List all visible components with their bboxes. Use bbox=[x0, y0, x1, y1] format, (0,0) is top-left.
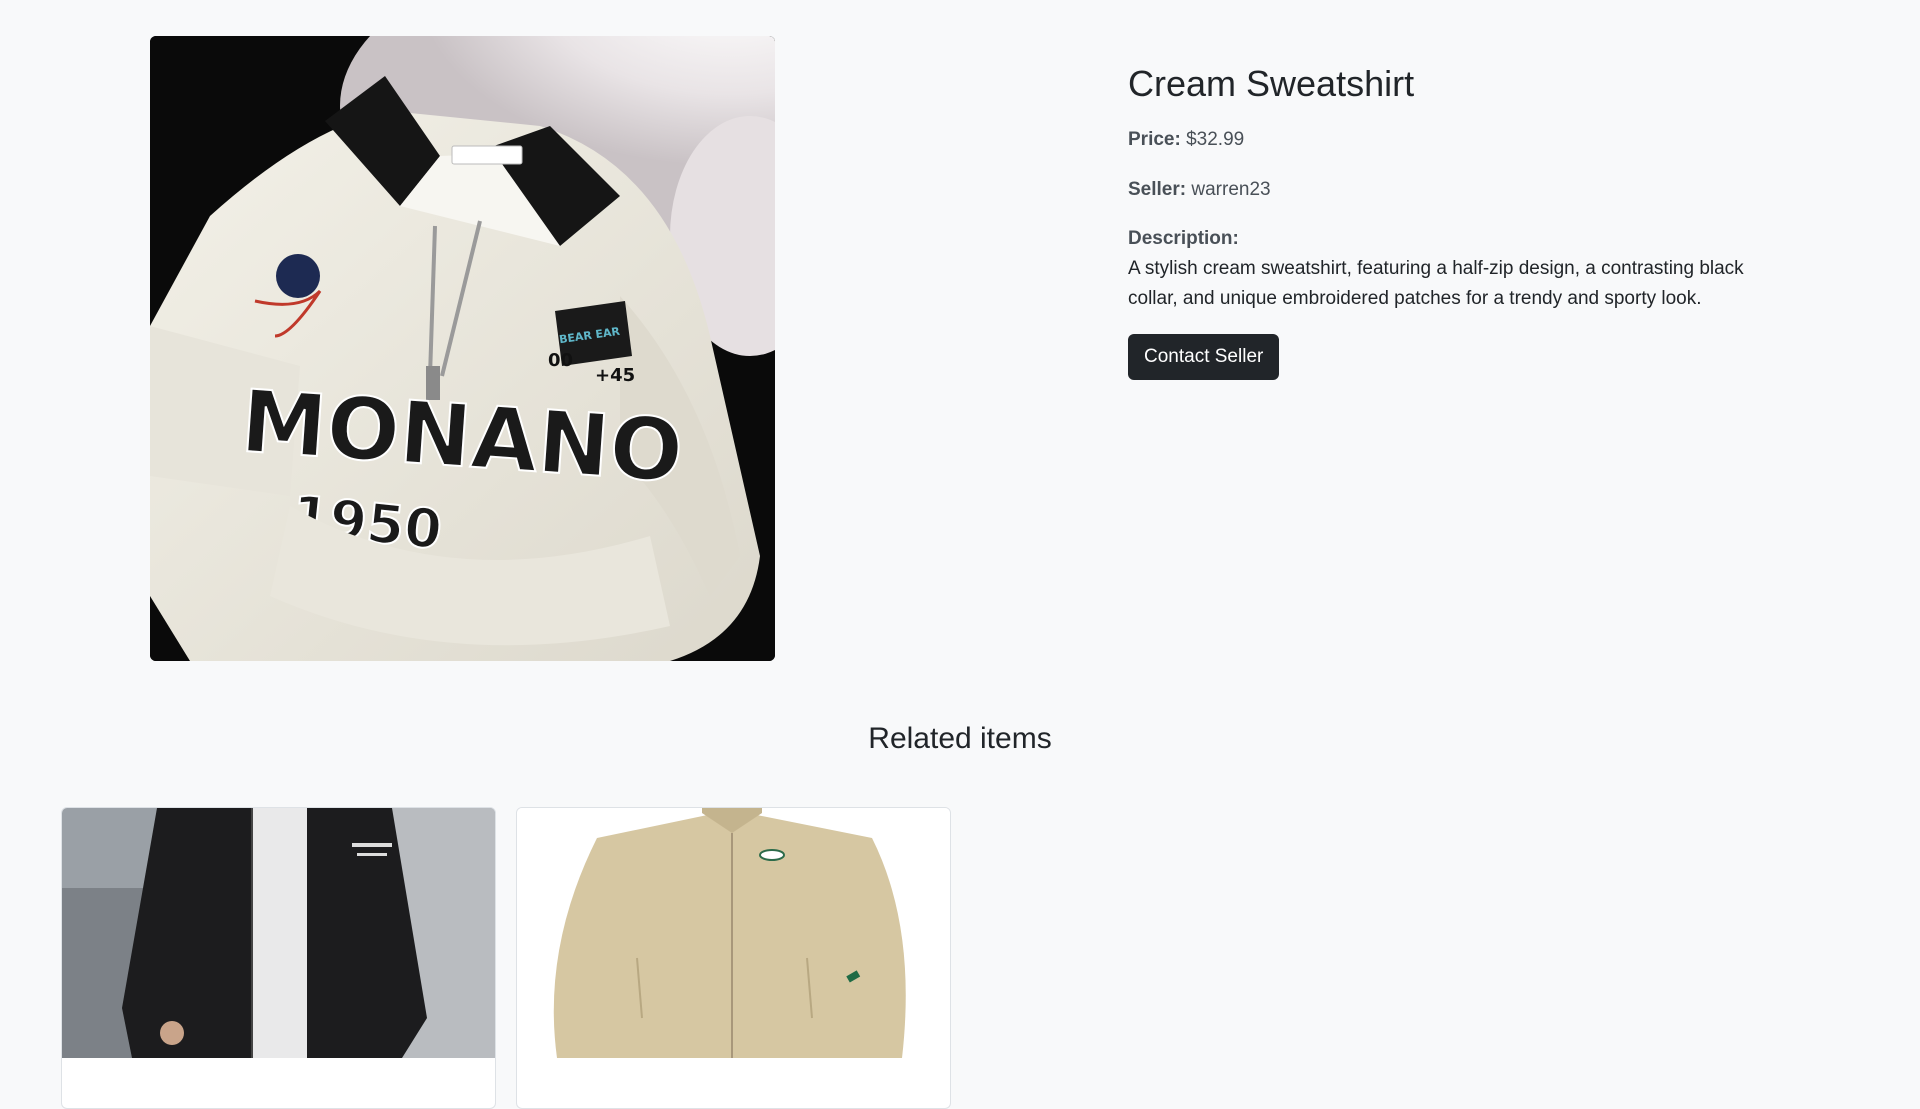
product-details: Cream Sweatshirt Price: $32.99 Seller: w… bbox=[1128, 62, 1758, 381]
seller-field: Seller: warren23 bbox=[1128, 175, 1758, 204]
seller-value: warren23 bbox=[1191, 178, 1271, 200]
related-item-image[interactable] bbox=[62, 808, 495, 1058]
description-text: A stylish cream sweatshirt, featuring a … bbox=[1128, 257, 1744, 309]
price-field: Price: $32.99 bbox=[1128, 125, 1758, 154]
related-item-card[interactable] bbox=[516, 807, 951, 1109]
price-value: $32.99 bbox=[1186, 129, 1245, 151]
seller-label: Seller: bbox=[1128, 178, 1187, 200]
related-item-card[interactable] bbox=[61, 807, 496, 1109]
description-label: Description: bbox=[1128, 228, 1239, 250]
price-label: Price: bbox=[1128, 129, 1181, 151]
patch-number-left: 00 bbox=[548, 350, 573, 371]
patch-number-right: +45 bbox=[595, 365, 635, 386]
product-title: Cream Sweatshirt bbox=[1128, 63, 1415, 104]
related-item-image[interactable] bbox=[517, 808, 950, 1058]
contact-seller-button[interactable]: Contact Seller bbox=[1128, 334, 1280, 381]
product-image: BEAR EAR 00 +45 MONANO 1950 bbox=[150, 36, 775, 661]
description-label-row: Description: bbox=[1128, 224, 1758, 253]
related-items-heading: Related items bbox=[868, 722, 1052, 755]
